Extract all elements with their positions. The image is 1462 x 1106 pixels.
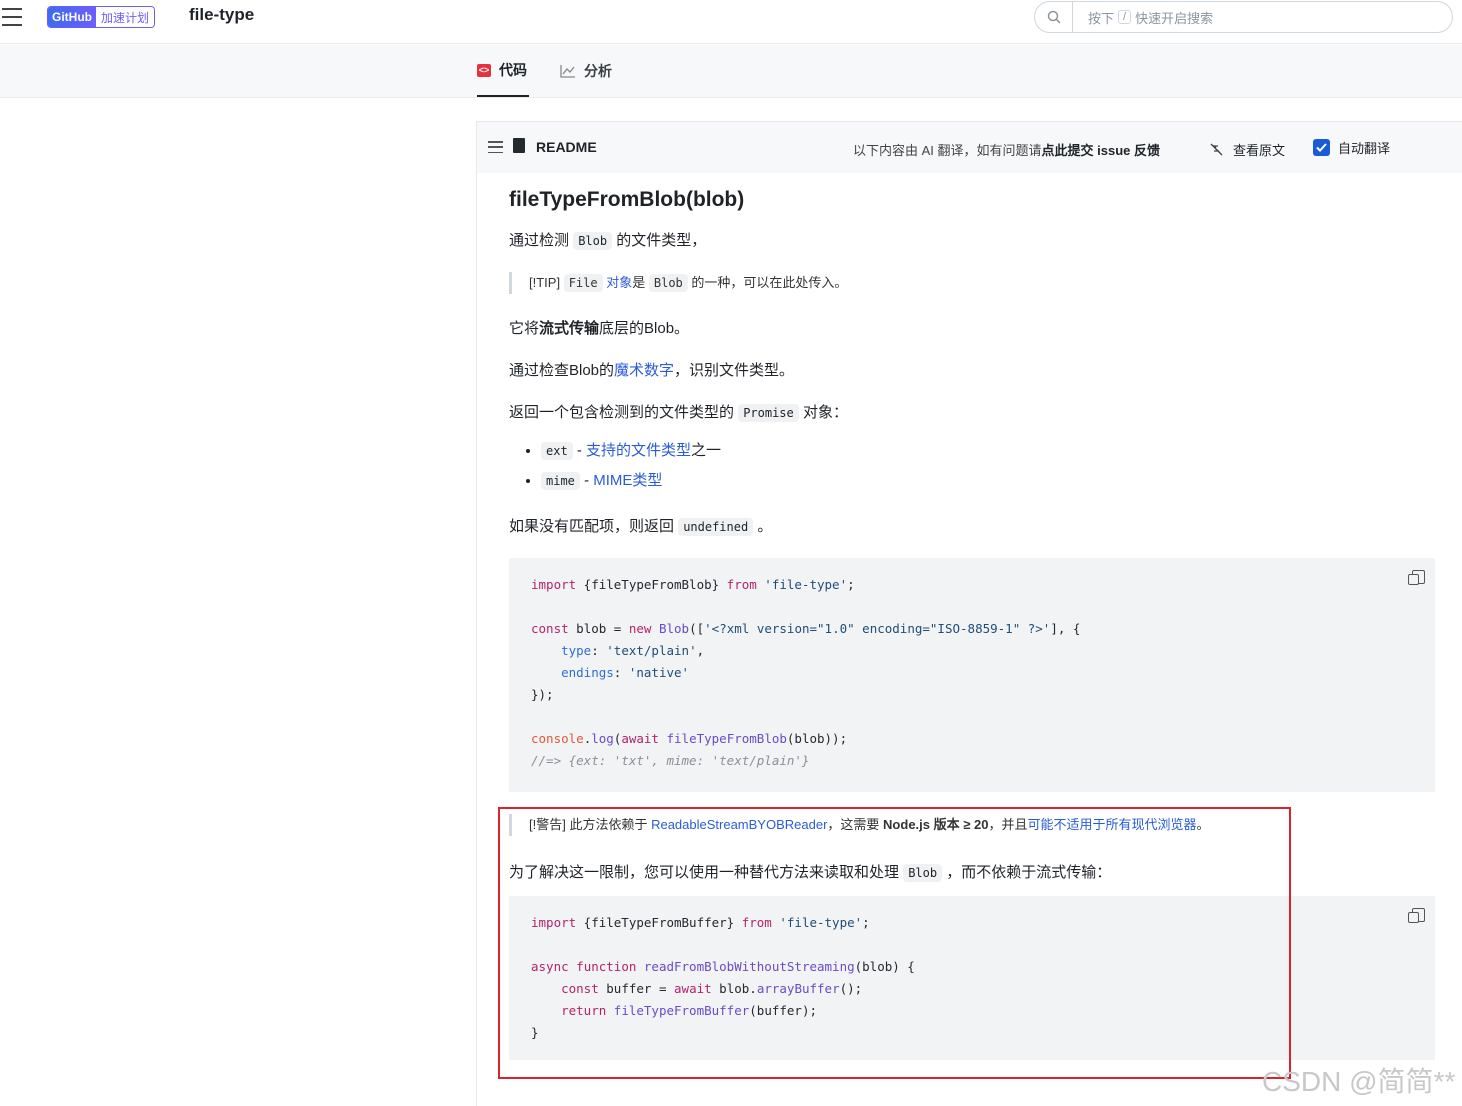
paragraph: 为了解决这一限制，您可以使用一种替代方法来读取和处理 Blob ，而不依赖于流式…: [509, 864, 1112, 882]
supported-types-link[interactable]: 支持的文件类型: [586, 442, 691, 459]
outline-list-icon[interactable]: [488, 141, 503, 153]
menu-icon[interactable]: [2, 8, 22, 26]
auto-translate-toggle[interactable]: 自动翻译: [1313, 138, 1390, 157]
list-item: ext - 支持的文件类型之一: [541, 436, 1435, 466]
tip-blockquote: [!TIP] File 对象是 Blob 的一种，可以在此处传入。: [509, 272, 1435, 294]
section-heading: fileTypeFromBlob(blob): [509, 188, 745, 211]
code-icon: <>: [477, 63, 491, 77]
code-block: import {fileTypeFromBuffer} from 'file-t…: [509, 896, 1435, 1060]
plan-label: 加速计划: [96, 7, 155, 27]
readme-panel: README 以下内容由 AI 翻译，如有问题请点此提交 issue 反馈 查看…: [476, 121, 1462, 1106]
file-icon: [513, 138, 525, 153]
auto-translate-label: 自动翻译: [1338, 141, 1391, 156]
repo-title[interactable]: file-type: [189, 5, 254, 25]
inline-code: Blob: [573, 232, 613, 250]
warning-blockquote: [!警告] 此方法依赖于 ReadableStreamBYOBReader，这需…: [509, 814, 1435, 836]
list-item: mime - MIME类型: [541, 466, 1435, 496]
paragraph: 返回一个包含检测到的文件类型的 Promise 对象：: [509, 404, 848, 422]
paragraph: 通过检查Blob的魔术数字，识别文件类型。: [509, 362, 795, 379]
magic-number-link[interactable]: 魔术数字: [614, 362, 674, 379]
mime-type-link[interactable]: MIME类型: [593, 472, 662, 489]
browser-compat-link[interactable]: 可能不适用于所有现代浏览器: [1027, 817, 1196, 832]
tab-analysis[interactable]: 分析: [560, 45, 612, 97]
github-label: GitHub: [52, 10, 92, 24]
readable-stream-link[interactable]: ReadableStreamBYOBReader: [651, 817, 827, 832]
return-fields-list: ext - 支持的文件类型之一 mime - MIME类型: [541, 436, 1435, 496]
search-suffix: 快速开启搜索: [1135, 10, 1214, 26]
ai-translation-note: 以下内容由 AI 翻译，如有问题请点此提交 issue 反馈: [853, 143, 1160, 158]
submit-issue-link[interactable]: 点此提交 issue 反馈: [1042, 143, 1160, 158]
copy-icon[interactable]: [1408, 570, 1425, 585]
search-box[interactable]: 按下 / 快速开启搜索: [1034, 1, 1453, 33]
readme-header: README 以下内容由 AI 翻译，如有问题请点此提交 issue 反馈 查看…: [477, 122, 1462, 173]
tab-analysis-label: 分析: [584, 63, 612, 79]
object-link[interactable]: 对象: [606, 275, 632, 290]
search-icon: [1047, 10, 1061, 24]
view-original-button[interactable]: 查看原文: [1210, 140, 1285, 159]
readme-title: README: [536, 139, 597, 155]
tab-code-label: 代码: [499, 62, 527, 78]
search-prefix: 按下: [1088, 10, 1115, 26]
tab-code[interactable]: <> 代码: [477, 45, 529, 97]
search-shortcut-key: /: [1118, 10, 1132, 24]
paragraph: 如果没有匹配项，则返回 undefined 。: [509, 518, 773, 536]
auto-translate-checkbox[interactable]: [1313, 139, 1330, 156]
watermark: CSDN @简简**: [1262, 1066, 1456, 1097]
paragraph: 它将流式传输底层的Blob。: [509, 320, 690, 337]
check-icon: [1316, 143, 1327, 152]
github-accelerate-badge[interactable]: GitHub 加速计划: [47, 6, 156, 28]
translate-off-icon: [1210, 143, 1223, 156]
readme-content: fileTypeFromBlob(blob) 通过检测 Blob 的文件类型， …: [509, 188, 1435, 1070]
view-original-label: 查看原文: [1233, 143, 1286, 158]
code-block: import {fileTypeFromBlob} from 'file-typ…: [509, 558, 1435, 792]
paragraph: 通过检测 Blob 的文件类型，: [509, 232, 707, 250]
copy-icon[interactable]: [1408, 908, 1425, 923]
chart-icon: [560, 65, 575, 78]
top-bar: GitHub 加速计划 file-type 按下 / 快速开启搜索: [0, 0, 1462, 44]
repo-tabs: <> 代码 分析: [0, 45, 1462, 98]
